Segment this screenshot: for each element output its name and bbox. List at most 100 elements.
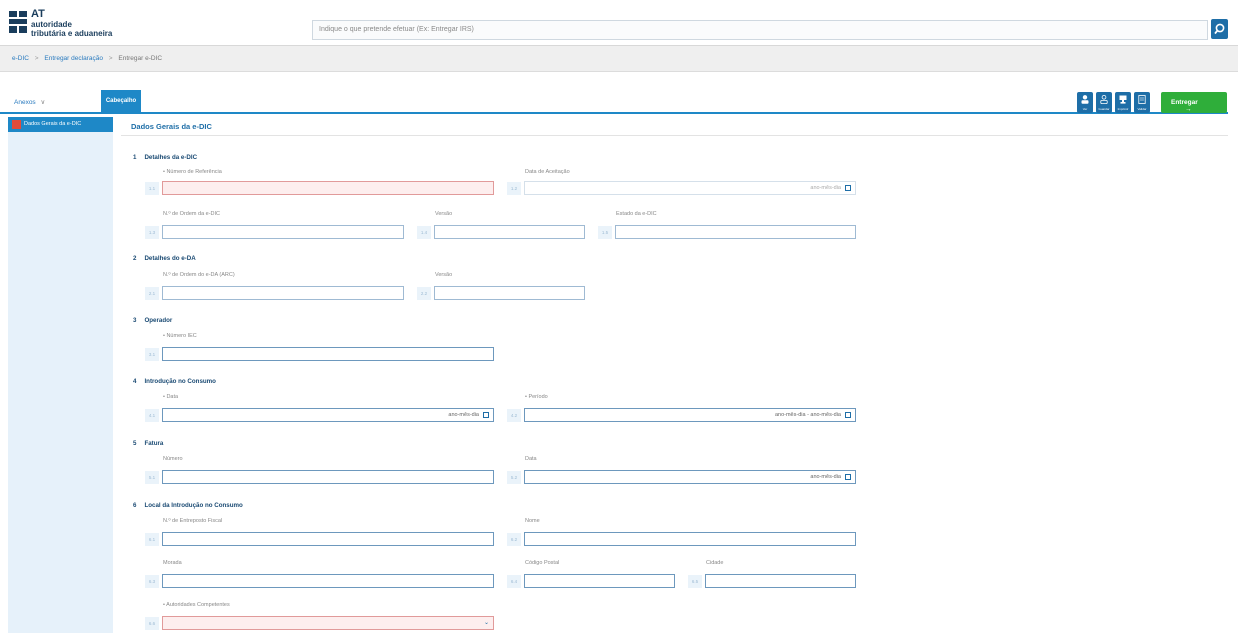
section-3-title: 3 Operador — [133, 317, 173, 324]
toolbar-caption: Guardar — [1098, 107, 1110, 111]
toolbar-button-imprimir[interactable]: Imprimir — [1115, 92, 1131, 113]
versao-eda-input[interactable] — [434, 286, 585, 300]
numero-iec-input[interactable] — [162, 347, 494, 361]
toolbar-button-validar[interactable]: Validar — [1134, 92, 1150, 113]
section-4-title: 4 Introdução no Consumo — [133, 378, 216, 385]
trophy-icon — [1119, 95, 1127, 104]
calendar-icon[interactable] — [845, 474, 851, 480]
label-numero-iec: • Número IEC — [163, 333, 197, 339]
calendar-icon[interactable] — [845, 185, 851, 191]
fatura-data-input[interactable]: ano-mês-dia — [524, 470, 856, 484]
field-number: 2.1 — [145, 287, 159, 300]
user-icon — [1081, 95, 1089, 104]
field-number: 5.1 — [145, 471, 159, 484]
breadcrumb-edic[interactable]: e-DIC — [12, 55, 29, 62]
date-placeholder: ano-mês-dia — [448, 412, 479, 418]
date-placeholder: ano-mês-dia — [810, 474, 841, 480]
label-cidade: Cidade — [706, 560, 724, 566]
top-header: AT autoridade tributária e aduaneira Ind… — [0, 0, 1238, 46]
field-number: 6.1 — [145, 533, 159, 546]
error-square-icon — [12, 120, 21, 129]
arrow-right-icon: → — [1185, 106, 1192, 113]
label-entreposto-fiscal: N.º de Entreposto Fiscal — [163, 518, 223, 524]
label-fatura-numero: Número — [163, 456, 183, 462]
morada-input[interactable] — [162, 574, 494, 588]
field-number: 1.3 — [145, 226, 159, 239]
ordem-eda-input[interactable] — [162, 286, 404, 300]
date-placeholder: ano-mês-dia — [810, 185, 841, 191]
field-number: 6.2 — [507, 533, 521, 546]
label-versao-edic: Versão — [435, 211, 453, 217]
label-ordem-edic: N.º de Ordem da e-DIC — [163, 211, 221, 217]
toolbar-button-guardar[interactable]: Guardar — [1096, 92, 1112, 113]
sidebar-item-dados-gerais[interactable]: Dados Gerais da e-DIC — [8, 117, 113, 132]
label-codigo-postal: Código Postal — [525, 560, 560, 566]
logo-line1: autoridade — [31, 20, 72, 29]
label-data-aceitacao: Data de Aceitação — [525, 169, 570, 175]
divider — [121, 135, 1228, 136]
field-number: 3.1 — [145, 348, 159, 361]
label-nome: Nome — [525, 518, 540, 524]
sidebar-item-label: Dados Gerais da e-DIC — [24, 121, 82, 127]
nome-input[interactable] — [524, 532, 856, 546]
logo-at: AT — [31, 8, 45, 20]
fatura-numero-input[interactable] — [162, 470, 494, 484]
date-range-placeholder: ano-mês-dia - ano-mês-dia — [774, 412, 841, 418]
field-number: 4.1 — [145, 409, 159, 422]
field-number: 1.1 — [145, 182, 159, 195]
field-number: 1.4 — [417, 226, 431, 239]
data-aceitacao-input[interactable]: ano-mês-dia — [524, 181, 856, 195]
search-icon — [1214, 23, 1225, 35]
field-number: 6.4 — [507, 575, 521, 588]
ordem-edic-input[interactable] — [162, 225, 404, 239]
periodo-input[interactable]: ano-mês-dia - ano-mês-dia — [524, 408, 856, 422]
section-2-title: 2 Detalhes do e-DA — [133, 255, 196, 262]
chevron-down-icon: ⌄ — [483, 620, 489, 626]
field-number: 4.2 — [507, 409, 521, 422]
field-number: 6.5 — [688, 575, 702, 588]
breadcrumb-current: Entregar e-DIC — [118, 55, 163, 62]
entregar-button[interactable]: Entregar → — [1161, 92, 1227, 113]
user-outline-icon — [1100, 95, 1108, 104]
breadcrumb-separator: > — [34, 55, 39, 62]
tab-bar: Anexos ∨ Cabeçalho Ver Guardar Imprimir … — [0, 88, 1228, 114]
entreposto-fiscal-input[interactable] — [162, 532, 494, 546]
logo-line2: tributária e aduaneira — [31, 29, 113, 38]
cidade-input[interactable] — [705, 574, 856, 588]
tab-cabecalho[interactable]: Cabeçalho — [101, 90, 141, 114]
breadcrumb-separator: > — [108, 55, 113, 62]
field-number: 5.2 — [507, 471, 521, 484]
field-number: 1.5 — [598, 226, 612, 239]
calendar-icon[interactable] — [845, 412, 851, 418]
label-estado-edic: Estado da e-DIC — [616, 211, 657, 217]
estado-edic-input[interactable] — [615, 225, 856, 239]
search-input[interactable]: Indique o que pretende efetuar (Ex: Entr… — [312, 20, 1208, 40]
document-icon — [1138, 95, 1146, 104]
tab-anexos-label: Anexos — [14, 99, 36, 106]
breadcrumb: e-DIC > Entregar declaração > Entregar e… — [0, 46, 1238, 72]
codigo-postal-input[interactable] — [524, 574, 675, 588]
label-ordem-eda: N.º de Ordem do e-DA (ARC) — [163, 272, 235, 278]
logo-text: AT autoridade tributária e aduaneira — [31, 8, 113, 39]
autoridades-competentes-select[interactable]: ⌄ — [162, 616, 494, 630]
data-ic-input[interactable]: ano-mês-dia — [162, 408, 494, 422]
page-title: Dados Gerais da e-DIC — [131, 122, 212, 131]
search-button[interactable] — [1211, 19, 1228, 39]
label-numero-referencia: • Número de Referência — [163, 169, 222, 175]
field-number: 1.2 — [507, 182, 521, 195]
chevron-down-icon: ∨ — [40, 99, 46, 106]
versao-edic-input[interactable] — [434, 225, 585, 239]
section-1-title: 1 Detalhes da e-DIC — [133, 154, 198, 161]
calendar-icon[interactable] — [483, 412, 489, 418]
at-logo-icon — [9, 11, 27, 33]
breadcrumb-entregar-declaracao[interactable]: Entregar declaração — [44, 55, 103, 62]
toolbar-button-ver[interactable]: Ver — [1077, 92, 1093, 113]
at-logo[interactable]: AT autoridade tributária e aduaneira — [9, 9, 119, 39]
numero-referencia-input[interactable] — [162, 181, 494, 195]
field-number: 6.6 — [145, 617, 159, 630]
label-versao-eda: Versão — [435, 272, 453, 278]
label-periodo: • Período — [525, 394, 548, 400]
field-number: 6.3 — [145, 575, 159, 588]
label-morada: Morada — [163, 560, 182, 566]
tab-anexos[interactable]: Anexos ∨ — [14, 98, 45, 106]
